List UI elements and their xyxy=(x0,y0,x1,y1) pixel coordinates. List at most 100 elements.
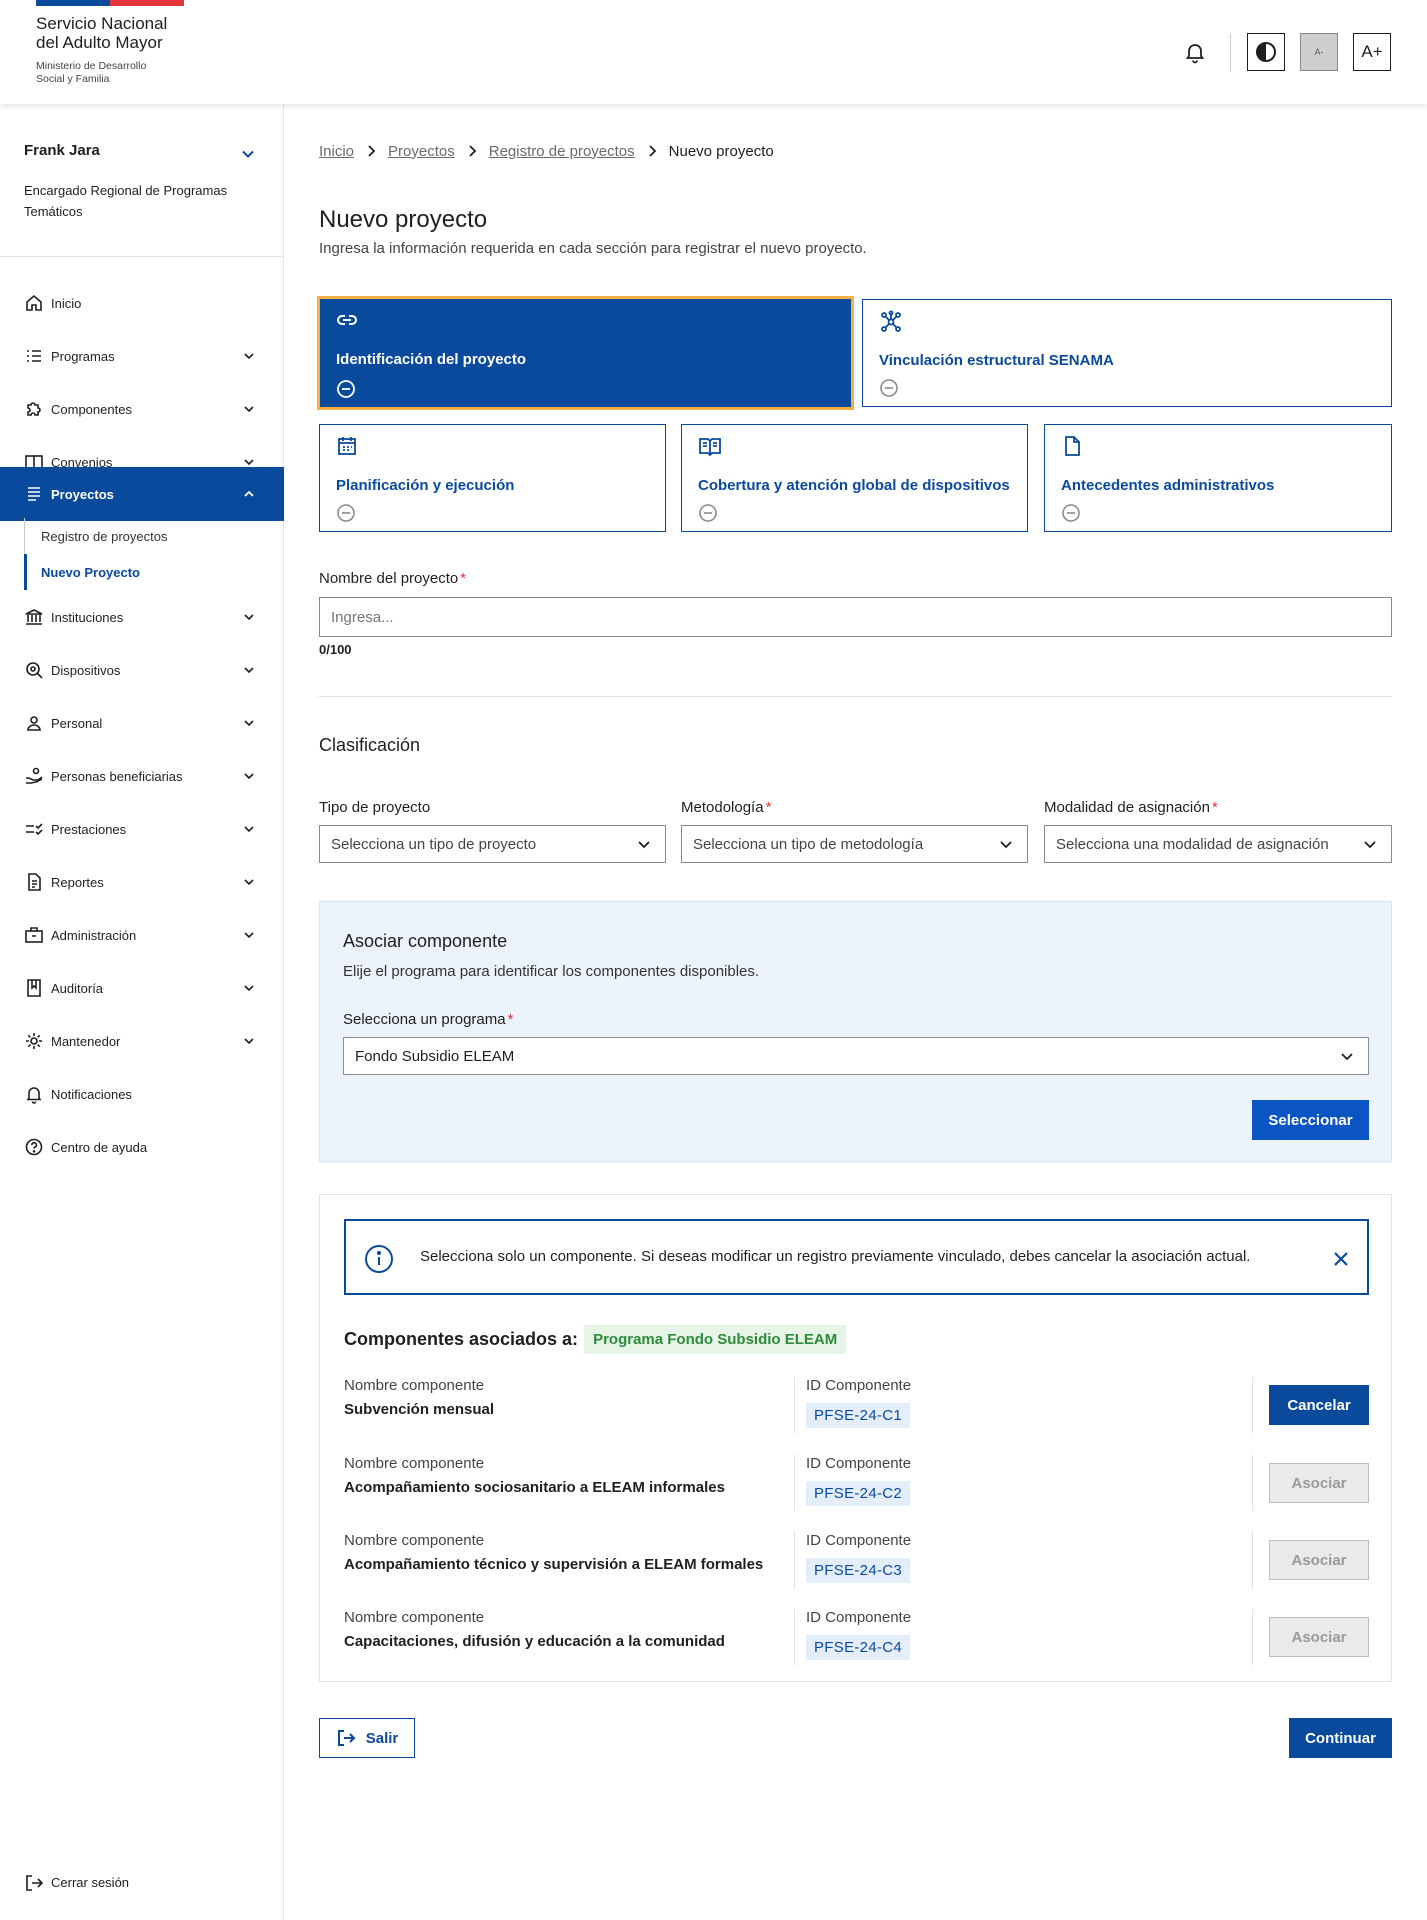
sidebar-item-prestaciones[interactable]: Prestaciones xyxy=(0,804,284,854)
component-id-badge: PFSE-24-C3 xyxy=(806,1558,911,1583)
step-identificacion[interactable]: Identificación del proyecto xyxy=(317,296,854,410)
status-pending-icon xyxy=(1061,503,1081,523)
component-name: Subvención mensual xyxy=(344,1401,495,1418)
project-type-label-text: Tipo de proyecto xyxy=(319,799,431,816)
cancel-button[interactable]: Cancelar xyxy=(1269,1385,1369,1425)
logout-button[interactable]: Cerrar sesión xyxy=(0,1868,284,1898)
sidebar-item-personal[interactable]: Personal xyxy=(0,698,284,748)
project-type-select[interactable]: Selecciona un tipo de proyecto xyxy=(319,825,666,863)
sidebar-item-reportes[interactable]: Reportes xyxy=(0,857,284,907)
breadcrumb-inicio[interactable]: Inicio xyxy=(319,143,354,160)
program-badge: Programa Fondo Subsidio ELEAM xyxy=(584,1325,847,1354)
list-icon xyxy=(24,346,44,366)
char-counter: 0/100 xyxy=(319,642,352,657)
continue-button[interactable]: Continuar xyxy=(1289,1718,1392,1758)
component-id-label: ID Componente xyxy=(806,1377,912,1394)
info-alert: Selecciona solo un componente. Si deseas… xyxy=(344,1219,1369,1295)
required-mark: * xyxy=(1211,799,1218,816)
alert-text: Selecciona solo un componente. Si deseas… xyxy=(420,1248,1251,1265)
sidebar-item-proyectos[interactable]: Proyectos xyxy=(0,467,284,521)
sidebar-item-label: Instituciones xyxy=(51,609,124,625)
chevron-down-icon xyxy=(240,1032,258,1050)
step-cobertura[interactable]: Cobertura y atención global de dispositi… xyxy=(681,424,1028,532)
select-program-button[interactable]: Seleccionar xyxy=(1252,1100,1369,1140)
user-role: Encargado Regional de Programas Temático… xyxy=(24,183,228,219)
associate-button[interactable]: Asociar xyxy=(1269,1463,1369,1503)
sidebar-subitem-registro[interactable]: Registro de proyectos xyxy=(24,518,284,554)
modality-select[interactable]: Selecciona una modalidad de asignación xyxy=(1044,825,1392,863)
help-icon xyxy=(24,1137,44,1157)
column-divider xyxy=(1252,1377,1253,1433)
sidebar-item-programas[interactable]: Programas xyxy=(0,331,284,381)
step-label: Planificación y ejecución xyxy=(336,477,515,494)
contrast-button[interactable] xyxy=(1247,33,1285,71)
step-vinculacion[interactable]: Vinculación estructural SENAMA xyxy=(862,299,1392,407)
ministry-line2: Social y Familia xyxy=(36,73,110,85)
program-select[interactable]: Fondo Subsidio ELEAM xyxy=(343,1037,1369,1075)
chevron-down-icon xyxy=(635,835,653,853)
associate-button[interactable]: Asociar xyxy=(1269,1540,1369,1580)
sidebar-item-notificaciones[interactable]: Notificaciones xyxy=(0,1069,284,1119)
component-name: Capacitaciones, difusión y educación a l… xyxy=(344,1633,725,1650)
sidebar-item-administracion[interactable]: Administración xyxy=(0,910,284,960)
component-id-label: ID Componente xyxy=(806,1455,912,1472)
required-mark: * xyxy=(507,1011,514,1028)
device-icon xyxy=(24,660,44,680)
close-icon[interactable] xyxy=(1330,1248,1352,1270)
breadcrumb-current: Nuevo proyecto xyxy=(668,142,774,160)
font-increase-button[interactable]: A+ xyxy=(1353,33,1391,71)
project-name-input[interactable] xyxy=(319,597,1392,637)
required-mark: * xyxy=(765,799,772,816)
component-name-label: Nombre componente xyxy=(344,1455,485,1472)
user-name: Frank Jara xyxy=(24,142,100,159)
column-divider xyxy=(794,1609,795,1665)
document-list-icon xyxy=(24,484,44,504)
sidebar-item-mantenedor[interactable]: Mantenedor xyxy=(0,1016,284,1066)
associate-button[interactable]: Asociar xyxy=(1269,1617,1369,1657)
sidebar-item-personas-beneficiarias[interactable]: Personas beneficiarias xyxy=(0,751,284,801)
sidebar-item-componentes[interactable]: Componentes xyxy=(0,384,284,434)
bell-icon[interactable] xyxy=(1183,40,1207,64)
exit-button[interactable]: Salir xyxy=(319,1718,415,1758)
home-icon xyxy=(24,293,44,313)
associate-description: Elije el programa para identificar los c… xyxy=(343,963,760,980)
component-name: Acompañamiento sociosanitario a ELEAM in… xyxy=(344,1479,725,1496)
org-logo[interactable]: Servicio Nacional del Adulto Mayor xyxy=(36,14,167,52)
breadcrumb-proyectos[interactable]: Proyectos xyxy=(388,143,455,160)
methodology-select[interactable]: Selecciona un tipo de metodología xyxy=(681,825,1028,863)
sidebar-item-inicio[interactable]: Inicio xyxy=(0,278,284,328)
components-panel: Selecciona solo un componente. Si deseas… xyxy=(319,1194,1392,1682)
chevron-down-icon xyxy=(1338,1047,1356,1065)
sidebar-item-label: Dispositivos xyxy=(51,662,121,678)
contrast-icon xyxy=(1256,42,1276,62)
exit-label: Salir xyxy=(365,1729,399,1747)
component-name-label: Nombre componente xyxy=(344,1532,485,1549)
step-antecedentes[interactable]: Antecedentes administrativos xyxy=(1044,424,1392,532)
sidebar-item-auditoria[interactable]: Auditoría xyxy=(0,963,284,1013)
header-divider xyxy=(1230,34,1231,72)
sidebar-item-instituciones[interactable]: Instituciones xyxy=(0,592,284,642)
column-divider xyxy=(1252,1609,1253,1665)
table-row: Nombre componente Acompañamiento sociosa… xyxy=(344,1455,1369,1519)
report-icon xyxy=(24,872,44,892)
components-heading: Componentes asociados a: Programa Fondo … xyxy=(344,1325,847,1354)
chevron-down-icon[interactable] xyxy=(238,144,258,164)
table-row: Nombre componente Capacitaciones, difusi… xyxy=(344,1609,1369,1673)
classification-title: Clasificación xyxy=(319,735,421,755)
flag-bar xyxy=(36,0,184,6)
breadcrumb-registro[interactable]: Registro de proyectos xyxy=(489,143,635,160)
sidebar-item-label: Administración xyxy=(51,927,137,943)
org-name-line2: del Adulto Mayor xyxy=(36,33,163,52)
calendar-icon xyxy=(336,435,358,457)
open-book-icon xyxy=(698,435,721,457)
font-decrease-button[interactable]: A- xyxy=(1300,33,1338,71)
chevron-right-icon xyxy=(463,142,481,160)
page-description: Ingresa la información requerida en cada… xyxy=(319,240,867,257)
chevron-down-icon xyxy=(240,767,258,785)
status-pending-icon xyxy=(879,378,899,398)
program-label-text: Selecciona un programa xyxy=(343,1011,506,1028)
sidebar-item-centro-de-ayuda[interactable]: Centro de ayuda xyxy=(0,1122,284,1172)
step-planificacion[interactable]: Planificación y ejecución xyxy=(319,424,666,532)
sidebar-subitem-nuevo-proyecto[interactable]: Nuevo Proyecto xyxy=(24,554,284,590)
sidebar-item-dispositivos[interactable]: Dispositivos xyxy=(0,645,284,695)
